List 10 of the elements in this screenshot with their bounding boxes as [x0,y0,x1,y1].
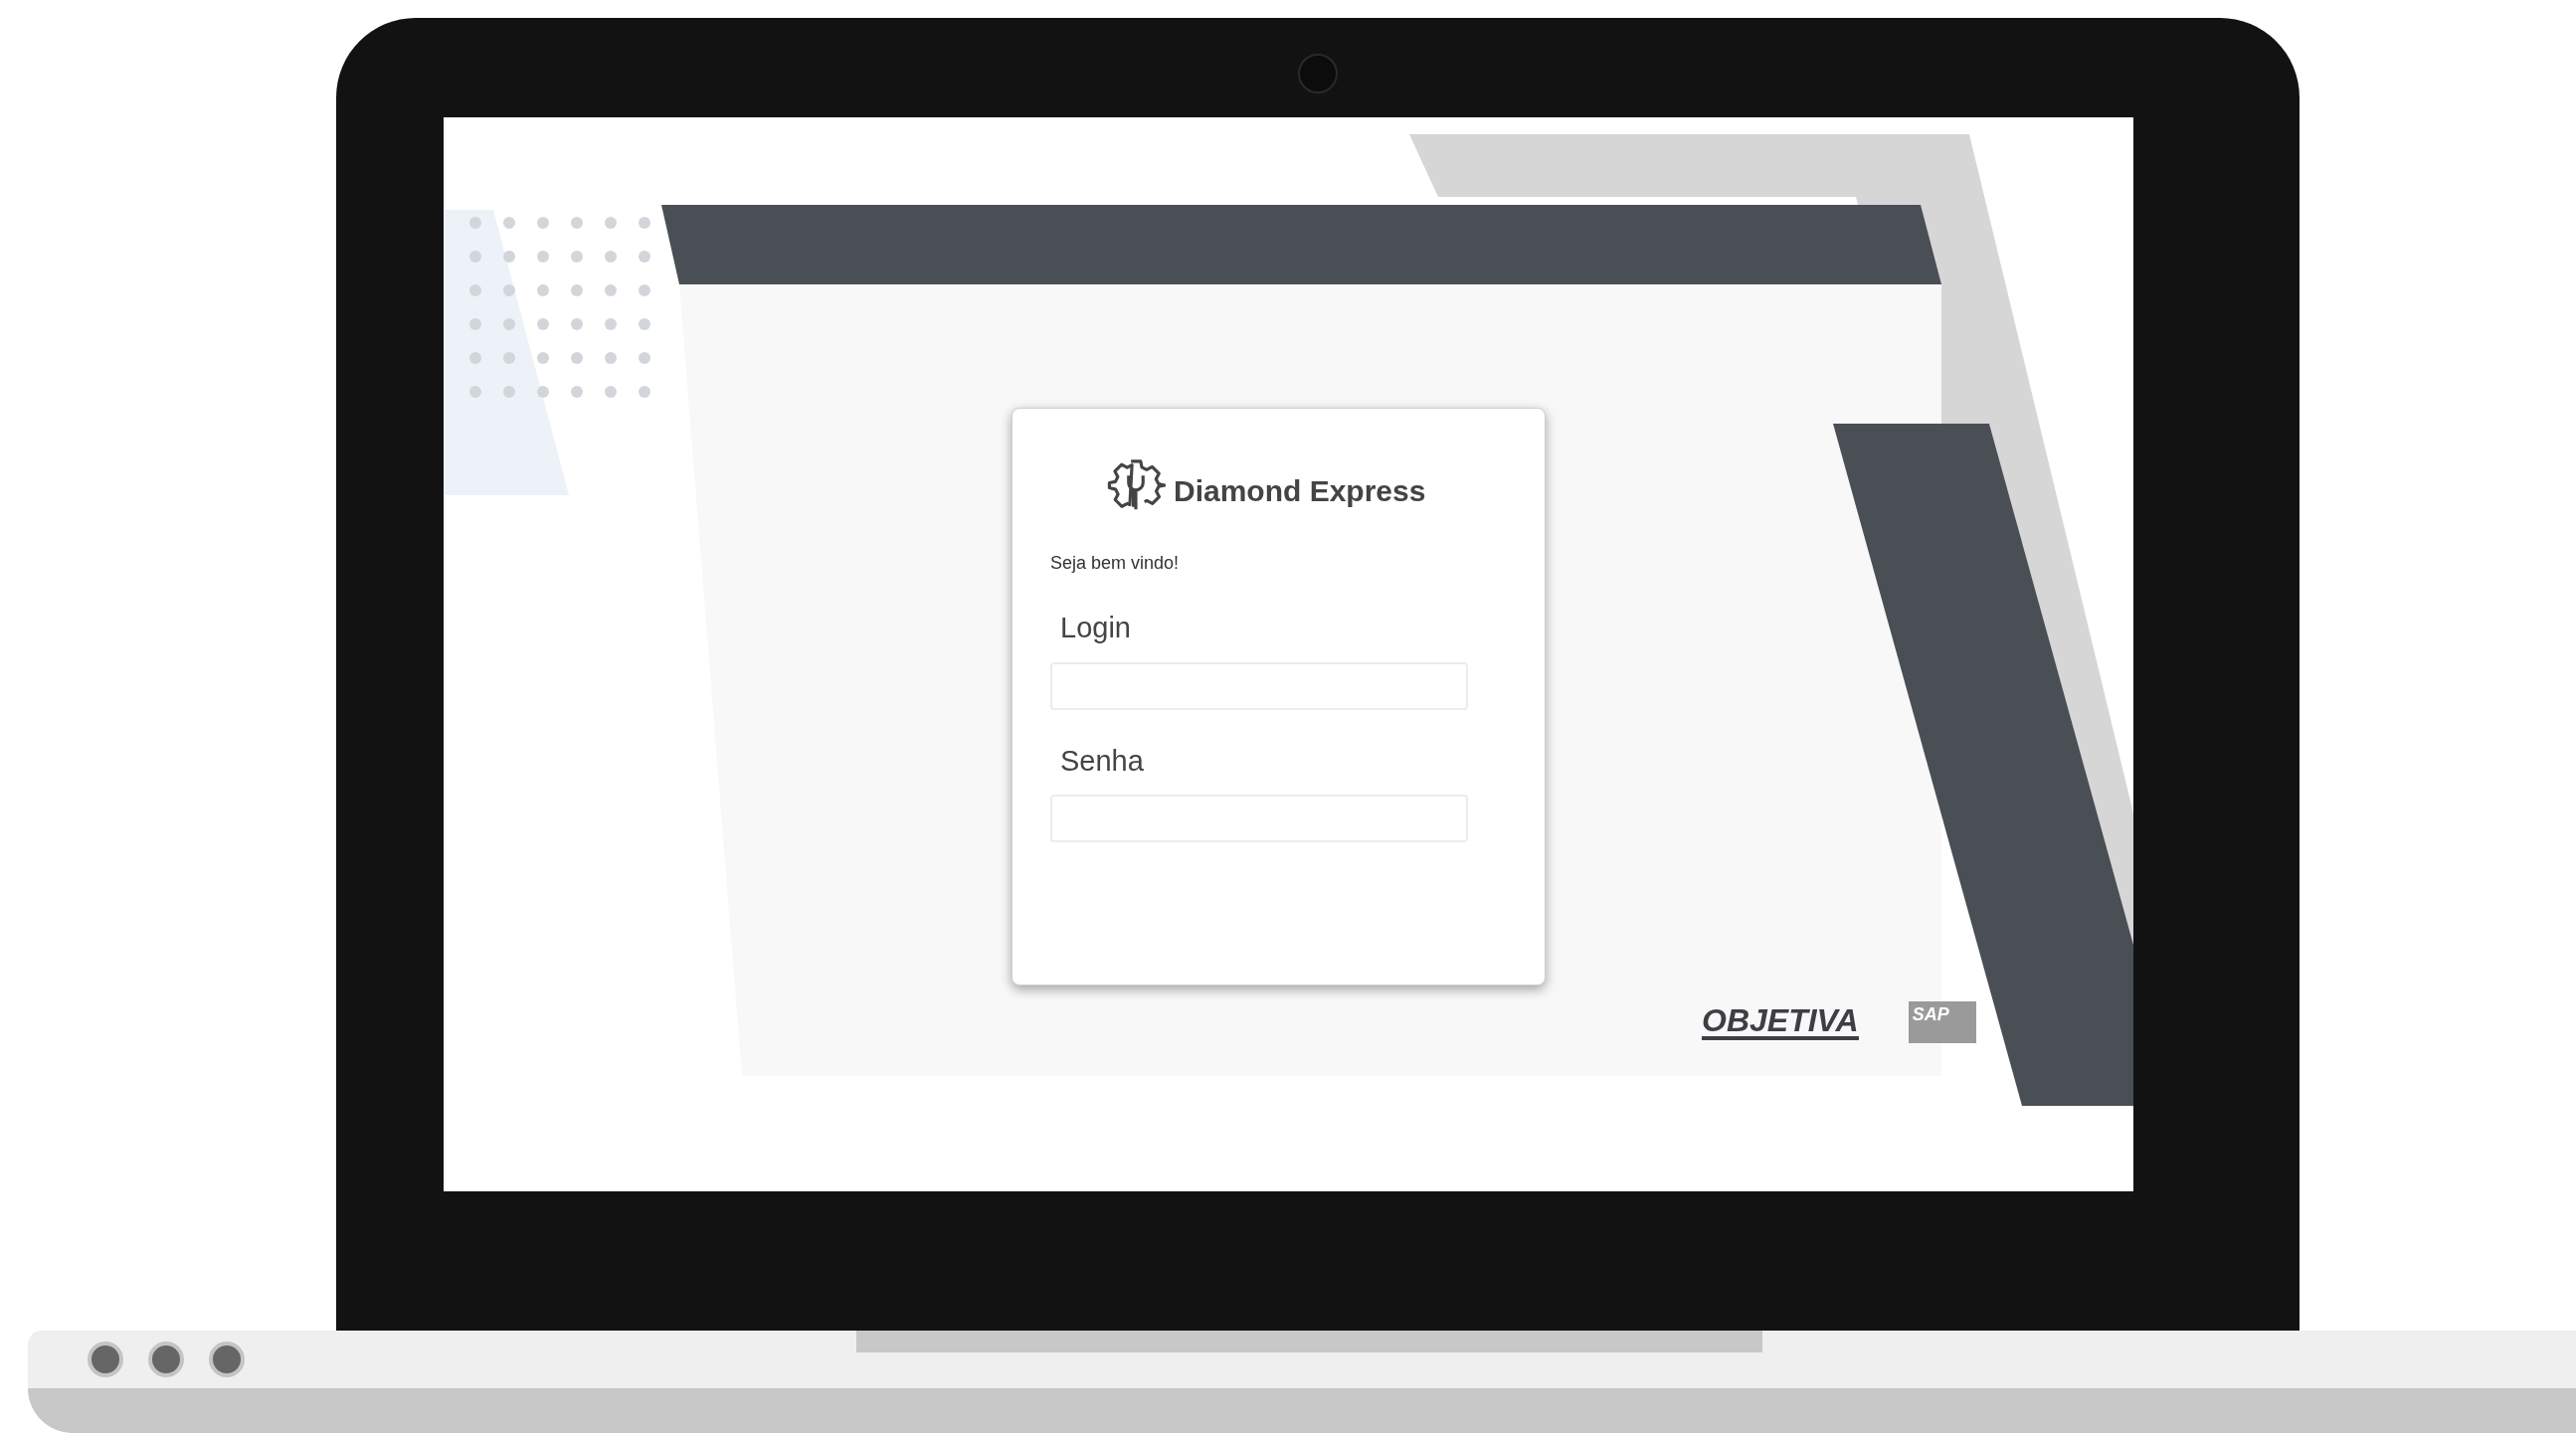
status-light-icon [88,1342,123,1377]
field-label: Login [1059,611,1131,645]
objetiva-logo: OBJETIVA [1702,1004,1859,1040]
welcome-text: Seja bem vindo! [1050,552,1180,575]
field-label: Senha [1059,743,1144,779]
sap-logo: SAP [1908,1001,1976,1043]
status-light-icon [209,1342,245,1377]
camera-icon [1298,54,1338,93]
status-light-icon [148,1342,184,1377]
brand-title: Diamond Express [1174,472,1426,509]
